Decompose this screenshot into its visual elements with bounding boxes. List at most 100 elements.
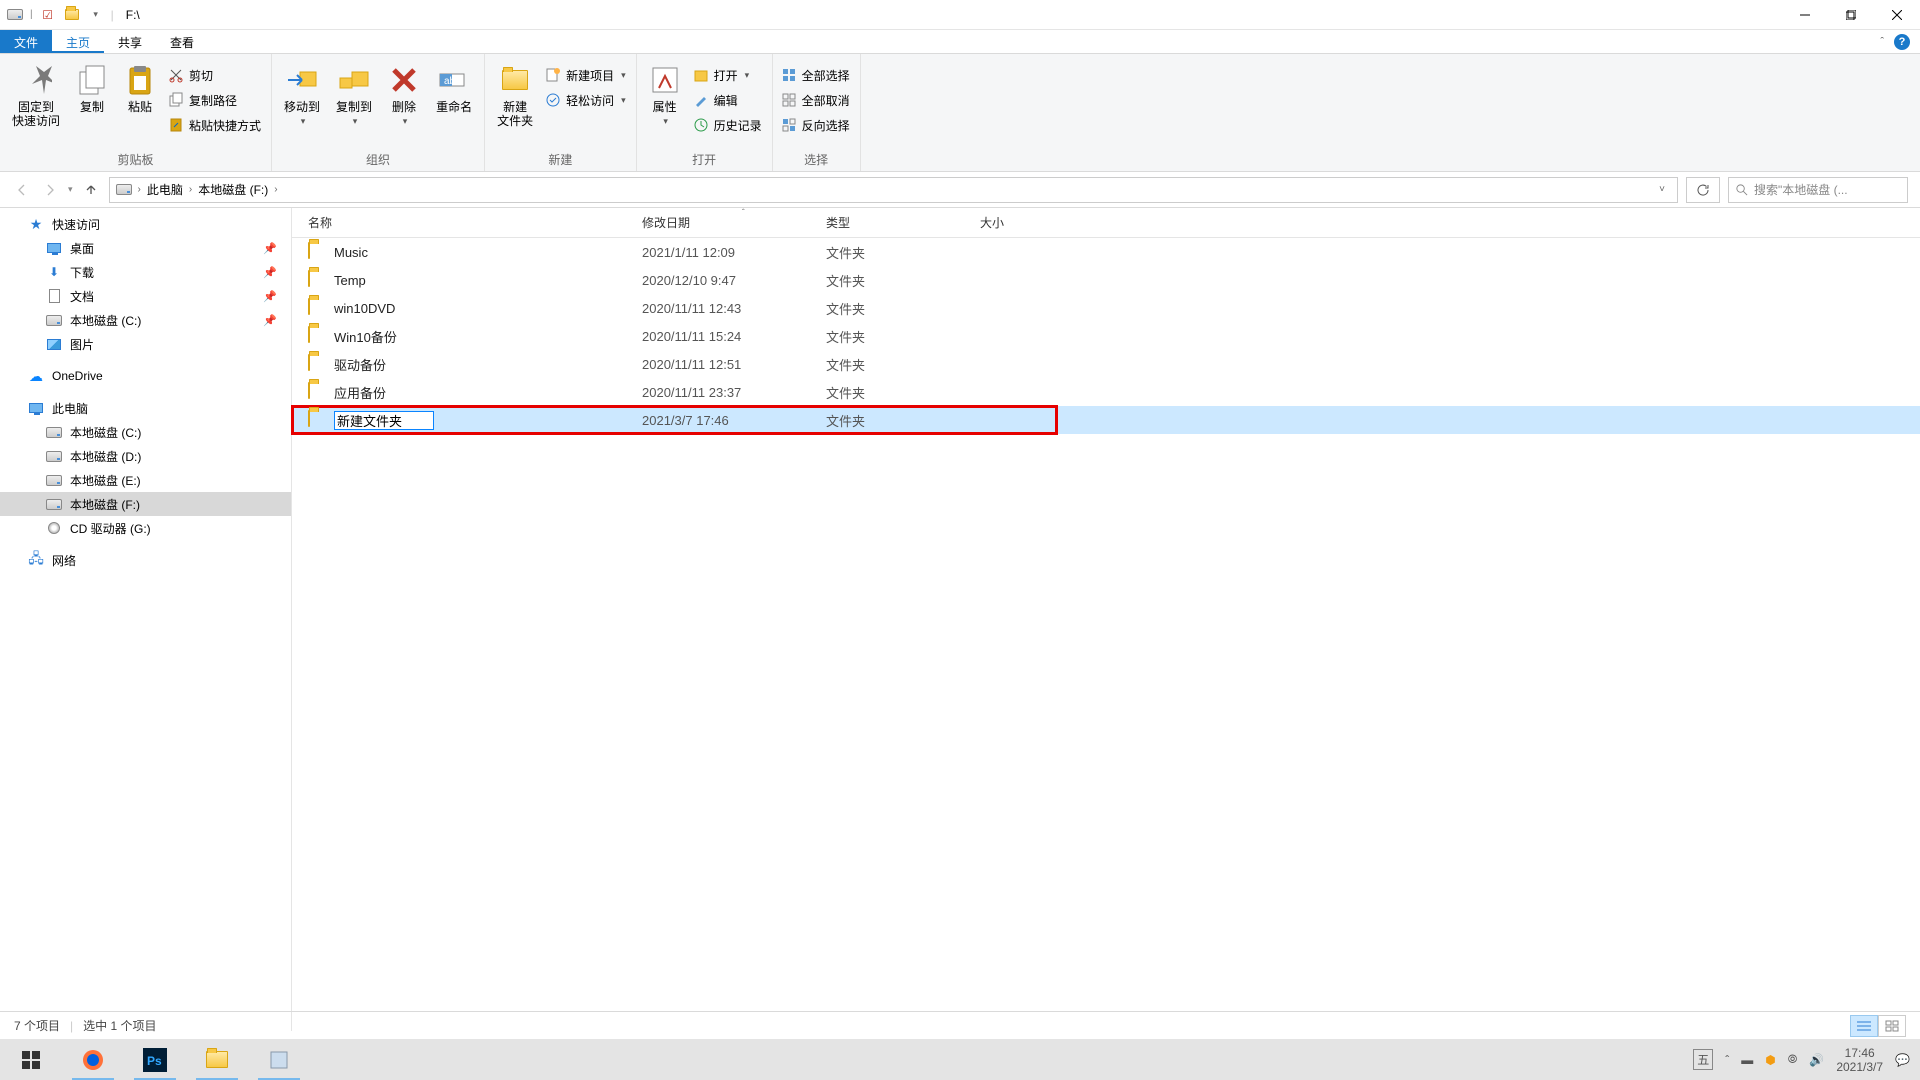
refresh-button[interactable]	[1686, 177, 1720, 203]
nav-drive-f[interactable]: 本地磁盘 (F:)	[0, 492, 291, 516]
close-button[interactable]	[1874, 0, 1920, 29]
new-folder-button[interactable]: 新建 文件夹	[489, 58, 541, 128]
file-row[interactable]: Win10备份2020/11/11 15:24文件夹	[292, 322, 1920, 350]
nav-network[interactable]: 🖧网络	[0, 548, 291, 572]
delete-button[interactable]: 删除▾	[380, 58, 428, 128]
breadcrumb-drive-f[interactable]: 本地磁盘 (F:)	[196, 181, 270, 198]
view-details-button[interactable]	[1850, 1015, 1878, 1037]
nav-desktop[interactable]: 桌面📌	[0, 236, 291, 260]
copy-to-button[interactable]: 复制到▾	[328, 58, 380, 128]
qat-properties-icon[interactable]: ☑	[39, 6, 57, 24]
drive-icon	[46, 496, 62, 512]
col-size[interactable]: 大小	[980, 214, 1074, 231]
file-date: 2020/12/10 9:47	[642, 273, 826, 288]
tab-file[interactable]: 文件	[0, 30, 52, 53]
col-type[interactable]: 类型	[826, 214, 980, 231]
copy-button[interactable]: 复制	[68, 58, 116, 114]
nav-drive-e[interactable]: 本地磁盘 (E:)	[0, 468, 291, 492]
minimize-button[interactable]	[1782, 0, 1828, 29]
nav-forward-button[interactable]	[40, 180, 60, 200]
group-clipboard: 固定到 快速访问 复制 粘贴 剪切 复制路径 粘贴快捷方式 剪贴板	[0, 54, 272, 171]
breadcrumb-drive-icon[interactable]	[114, 184, 134, 195]
download-icon: ⬇	[46, 264, 62, 280]
ribbon: 固定到 快速访问 复制 粘贴 剪切 复制路径 粘贴快捷方式 剪贴板 移动到▾ 复…	[0, 54, 1920, 172]
nav-drive-d[interactable]: 本地磁盘 (D:)	[0, 444, 291, 468]
start-button[interactable]	[0, 1039, 62, 1080]
search-input[interactable]: 搜索"本地磁盘 (...	[1728, 177, 1908, 203]
file-row[interactable]: 2021/3/7 17:46文件夹	[292, 406, 1920, 434]
select-none-button[interactable]: 全部取消	[781, 89, 850, 111]
tray-ime[interactable]: 五	[1693, 1049, 1713, 1070]
nav-drive-c[interactable]: 本地磁盘 (C:)📌	[0, 308, 291, 332]
nav-documents[interactable]: 文档📌	[0, 284, 291, 308]
address-dropdown-icon[interactable]: ˅	[1651, 184, 1673, 195]
move-to-button[interactable]: 移动到▾	[276, 58, 328, 128]
taskbar-firefox[interactable]	[62, 1039, 124, 1080]
properties-button[interactable]: 属性▾	[641, 58, 689, 128]
rename-button[interactable]: ab重命名	[428, 58, 480, 114]
nav-drive-c2[interactable]: 本地磁盘 (C:)	[0, 420, 291, 444]
open-button[interactable]: 打开▾	[693, 64, 762, 86]
nav-recent-dropdown[interactable]: ▾	[68, 184, 73, 195]
monitor-icon	[46, 240, 62, 256]
file-name: Win10备份	[334, 327, 642, 346]
new-item-button[interactable]: 新建项目▾	[545, 64, 626, 86]
nav-this-pc[interactable]: 此电脑	[0, 396, 291, 420]
col-date[interactable]: 修改日期	[642, 214, 826, 231]
easy-access-button[interactable]: 轻松访问▾	[545, 89, 626, 111]
address-bar[interactable]: › 此电脑 › 本地磁盘 (F:) › ˅	[109, 177, 1678, 203]
svg-text:ab: ab	[444, 76, 456, 87]
file-row[interactable]: 应用备份2020/11/11 23:37文件夹	[292, 378, 1920, 406]
breadcrumb-this-pc[interactable]: 此电脑	[145, 181, 185, 198]
breadcrumb-sep-icon[interactable]: ›	[189, 184, 192, 195]
taskbar-app[interactable]	[248, 1039, 310, 1080]
nav-onedrive[interactable]: ☁OneDrive	[0, 364, 291, 388]
history-button[interactable]: 历史记录	[693, 114, 762, 136]
tray-chevron-icon[interactable]: ˆ	[1725, 1053, 1729, 1067]
tray-wifi-icon[interactable]: ⦾	[1788, 1052, 1798, 1067]
file-row[interactable]: 驱动备份2020/11/11 12:51文件夹	[292, 350, 1920, 378]
paste-button[interactable]: 粘贴	[116, 58, 164, 114]
col-name[interactable]: 名称	[308, 214, 642, 231]
help-icon[interactable]: ?	[1894, 34, 1910, 50]
group-new-label: 新建	[489, 149, 632, 171]
tray-volume-icon[interactable]: 🔊	[1809, 1053, 1824, 1067]
tab-home[interactable]: 主页	[52, 30, 104, 53]
breadcrumb-sep-icon[interactable]: ›	[274, 184, 277, 195]
invert-selection-button[interactable]: 反向选择	[781, 114, 850, 136]
nav-cd-drive[interactable]: CD 驱动器 (G:)	[0, 516, 291, 540]
nav-back-button[interactable]	[12, 180, 32, 200]
edit-button[interactable]: 编辑	[693, 89, 762, 111]
taskbar-photoshop[interactable]: Ps	[124, 1039, 186, 1080]
file-row[interactable]: win10DVD2020/11/11 12:43文件夹	[292, 294, 1920, 322]
copy-path-button[interactable]: 复制路径	[168, 89, 261, 111]
file-row[interactable]: Music2021/1/11 12:09文件夹	[292, 238, 1920, 266]
qat-dropdown-icon[interactable]: ▾	[87, 6, 105, 24]
group-new: 新建 文件夹 新建项目▾ 轻松访问▾ 新建	[485, 54, 637, 171]
breadcrumb-sep-icon[interactable]: ›	[138, 184, 141, 195]
file-date: 2020/11/11 23:37	[642, 385, 826, 400]
file-row[interactable]: Temp2020/12/10 9:47文件夹	[292, 266, 1920, 294]
taskbar-explorer[interactable]	[186, 1039, 248, 1080]
qat-newfolder-icon[interactable]	[63, 6, 81, 24]
tab-view[interactable]: 查看	[156, 30, 208, 53]
nav-downloads[interactable]: ⬇下载📌	[0, 260, 291, 284]
tray-clock[interactable]: 17:46 2021/3/7	[1836, 1046, 1883, 1074]
view-large-button[interactable]	[1878, 1015, 1906, 1037]
select-all-button[interactable]: 全部选择	[781, 64, 850, 86]
paste-shortcut-button[interactable]: 粘贴快捷方式	[168, 114, 261, 136]
tray-shield-icon[interactable]: ⬢	[1765, 1053, 1775, 1067]
cut-button[interactable]: 剪切	[168, 64, 261, 86]
tray-battery-icon[interactable]: ▬	[1741, 1053, 1753, 1067]
maximize-button[interactable]	[1828, 0, 1874, 29]
pin-quick-access-button[interactable]: 固定到 快速访问	[4, 58, 68, 128]
nav-pictures[interactable]: 图片	[0, 332, 291, 356]
tray-notifications-icon[interactable]: 💬	[1895, 1053, 1910, 1067]
navbar: ▾ › 此电脑 › 本地磁盘 (F:) › ˅ 搜索"本地磁盘 (...	[0, 172, 1920, 208]
column-headers: 名称 ˆ 修改日期 类型 大小	[292, 208, 1920, 238]
nav-up-button[interactable]	[81, 180, 101, 200]
rename-input[interactable]	[334, 411, 434, 430]
collapse-ribbon-icon[interactable]: ˆ	[1880, 36, 1884, 48]
tab-share[interactable]: 共享	[104, 30, 156, 53]
nav-quick-access[interactable]: ★快速访问	[0, 212, 291, 236]
